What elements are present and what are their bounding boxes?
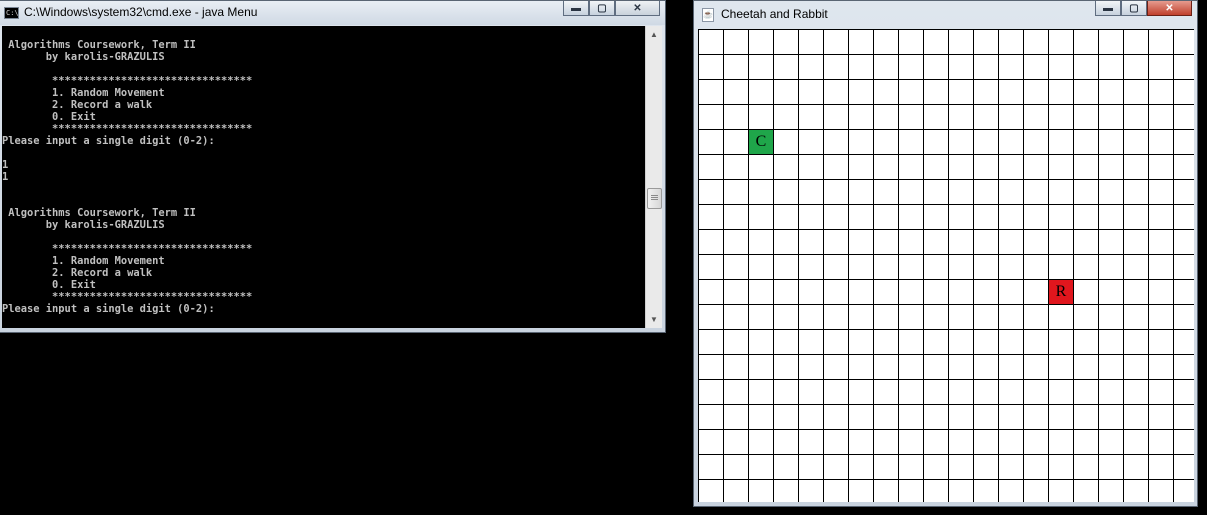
console-minimize-button[interactable]: ▬ (563, 1, 589, 16)
game-window[interactable]: ☕ Cheetah and Rabbit ▬ ▢ ✕ C R (693, 0, 1198, 507)
scrollbar-grip-line (651, 199, 658, 200)
maximize-icon: ▢ (597, 2, 607, 14)
game-title-bar[interactable]: ☕ Cheetah and Rabbit ▬ ▢ ✕ (694, 1, 1197, 27)
scroll-up-arrow-icon[interactable]: ▲ (646, 26, 662, 43)
console-window[interactable]: C:\ C:\Windows\system32\cmd.exe - java M… (0, 0, 666, 333)
scroll-down-arrow-icon[interactable]: ▼ (646, 311, 662, 328)
console-window-controls: ▬ ▢ ✕ (563, 1, 660, 16)
game-board-panel: C R (698, 29, 1194, 502)
console-output-text: Algorithms Coursework, Term II by karoli… (2, 39, 253, 315)
close-icon: ✕ (1165, 2, 1174, 14)
console-vertical-scrollbar[interactable]: ▲ ▼ (645, 26, 662, 328)
java-icon: ☕ (702, 8, 714, 22)
console-output-area[interactable]: Algorithms Coursework, Term II by karoli… (2, 26, 645, 328)
game-window-controls: ▬ ▢ ✕ (1095, 1, 1192, 16)
minimize-icon: ▬ (1103, 2, 1113, 14)
minimize-icon: ▬ (571, 2, 581, 14)
game-maximize-button[interactable]: ▢ (1121, 1, 1147, 16)
game-minimize-button[interactable]: ▬ (1095, 1, 1121, 16)
game-window-title: Cheetah and Rabbit (721, 7, 828, 21)
scrollbar-grip-line (651, 195, 658, 196)
console-close-button[interactable]: ✕ (615, 1, 660, 16)
close-icon: ✕ (633, 2, 642, 14)
maximize-icon: ▢ (1129, 2, 1139, 14)
game-grid (698, 29, 1194, 502)
game-close-button[interactable]: ✕ (1147, 1, 1192, 16)
rabbit-token: R (1049, 280, 1073, 304)
scrollbar-thumb[interactable] (647, 188, 662, 209)
cheetah-token: C (749, 130, 773, 154)
cmd-icon: C:\ (4, 7, 19, 19)
console-window-title: C:\Windows\system32\cmd.exe - java Menu (24, 5, 258, 19)
console-maximize-button[interactable]: ▢ (589, 1, 615, 16)
scrollbar-grip-line (651, 197, 658, 198)
console-title-bar[interactable]: C:\ C:\Windows\system32\cmd.exe - java M… (0, 1, 665, 25)
desktop: C:\ C:\Windows\system32\cmd.exe - java M… (0, 0, 1207, 515)
